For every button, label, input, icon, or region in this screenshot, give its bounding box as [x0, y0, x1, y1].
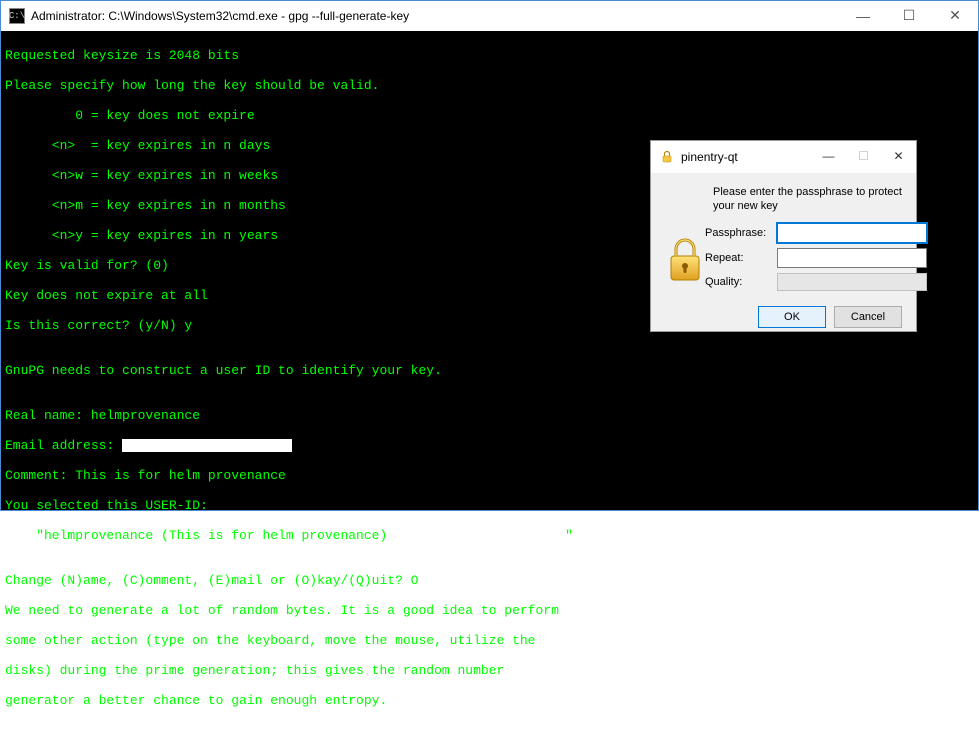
maximize-button: ☐ [846, 141, 881, 171]
term-line: Please specify how long the key should b… [5, 78, 974, 93]
repeat-label: Repeat: [705, 252, 777, 264]
term-line: Requested keysize is 2048 bits [5, 48, 974, 63]
cancel-button[interactable]: Cancel [834, 306, 902, 328]
term-line: Email address: [5, 438, 974, 453]
term-line: We need to generate a lot of random byte… [5, 603, 974, 618]
term-line: GnuPG needs to construct a user ID to id… [5, 363, 974, 378]
term-line: You selected this USER-ID: [5, 498, 974, 513]
pinentry-title-text: pinentry-qt [681, 150, 811, 164]
lock-icon-svg [665, 236, 705, 284]
repeat-input[interactable] [777, 248, 927, 268]
lock-icon-svg [660, 150, 674, 164]
redacted-email [122, 439, 292, 452]
term-text: "helmprovenance (This is for helm proven… [5, 528, 395, 543]
minimize-button[interactable]: — [811, 141, 846, 171]
pinentry-main-row: Passphrase: Repeat: Quality: [665, 223, 902, 296]
pinentry-fields: Passphrase: Repeat: Quality: [705, 223, 927, 296]
cmd-titlebar[interactable]: C:\ Administrator: C:\Windows\System32\c… [1, 1, 978, 31]
minimize-button[interactable]: — [840, 1, 886, 30]
term-line: some other action (type on the keyboard,… [5, 633, 974, 648]
term-line: disks) during the prime generation; this… [5, 663, 974, 678]
lock-icon-large [665, 236, 705, 284]
term-text: Email address: [5, 438, 122, 453]
term-line: 0 = key does not expire [5, 108, 974, 123]
pinentry-window-controls: — ☐ ✕ [811, 141, 916, 173]
maximize-button[interactable]: ☐ [886, 1, 932, 30]
passphrase-label: Passphrase: [705, 227, 777, 239]
quality-label: Quality: [705, 276, 777, 288]
cmd-title-text: Administrator: C:\Windows\System32\cmd.e… [31, 9, 840, 23]
close-button[interactable]: ✕ [932, 1, 978, 30]
pinentry-body: Please enter the passphrase to protect y… [651, 173, 916, 338]
term-text: " [565, 528, 573, 543]
quality-row: Quality: [705, 273, 927, 291]
term-line: generator a better chance to gain enough… [5, 693, 974, 708]
term-line: Comment: This is for helm provenance [5, 468, 974, 483]
ok-button[interactable]: OK [758, 306, 826, 328]
term-line: Change (N)ame, (C)omment, (E)mail or (O)… [5, 573, 974, 588]
passphrase-row: Passphrase: [705, 223, 927, 243]
cmd-window-controls: — ☐ ✕ [840, 1, 978, 31]
pinentry-prompt: Please enter the passphrase to protect y… [713, 185, 902, 213]
close-button[interactable]: ✕ [881, 141, 916, 171]
passphrase-input[interactable] [777, 223, 927, 243]
pinentry-dialog: pinentry-qt — ☐ ✕ Please enter the passp… [650, 140, 917, 332]
pinentry-titlebar[interactable]: pinentry-qt — ☐ ✕ [651, 141, 916, 173]
quality-bar [777, 273, 927, 291]
pinentry-buttons: OK Cancel [665, 306, 902, 328]
redacted-email [398, 529, 563, 542]
term-line: "helmprovenance (This is for helm proven… [5, 528, 974, 543]
term-line: Real name: helmprovenance [5, 408, 974, 423]
cmd-icon: C:\ [9, 8, 25, 24]
lock-icon [659, 149, 675, 165]
repeat-row: Repeat: [705, 248, 927, 268]
